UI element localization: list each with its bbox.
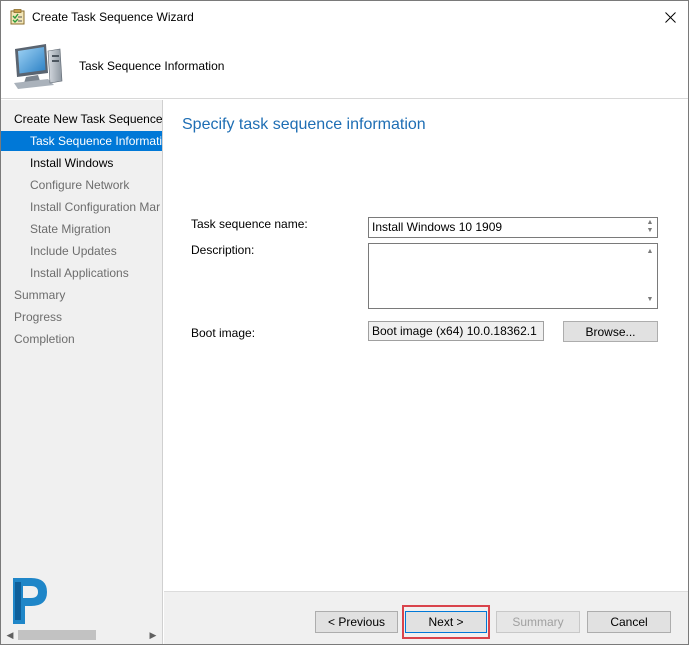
scroll-thumb[interactable] xyxy=(18,630,96,640)
nav-item-install-configuration-manager: Install Configuration Mar xyxy=(30,200,161,214)
boot-image-field: Boot image (x64) 10.0.18362.1 xyxy=(368,321,544,341)
summary-button: Summary xyxy=(496,611,580,633)
title-bar: Create Task Sequence Wizard xyxy=(1,1,688,33)
cancel-button[interactable]: Cancel xyxy=(587,611,671,633)
nav-item-configure-network: Configure Network xyxy=(30,178,130,192)
page-heading: Task Sequence Information xyxy=(79,59,225,73)
nav-horizontal-scrollbar[interactable]: ◀ ▶ xyxy=(1,626,162,644)
boot-image-value: Boot image (x64) 10.0.18362.1 xyxy=(372,324,537,338)
close-button[interactable] xyxy=(657,5,683,29)
window-title: Create Task Sequence Wizard xyxy=(32,10,194,24)
nav-item-include-updates: Include Updates xyxy=(30,244,117,258)
close-icon xyxy=(664,11,676,23)
main-content: Specify task sequence information Task s… xyxy=(164,100,688,591)
scroll-left-icon[interactable]: ◀ xyxy=(3,628,17,642)
task-sequence-name-input[interactable]: Install Windows 10 1909 ▲ ▼ xyxy=(368,217,658,238)
wizard-footer: < Previous Next > Summary Cancel xyxy=(164,591,688,644)
wizard-window: Create Task Sequence Wizard Task Sequenc… xyxy=(0,0,689,645)
next-button[interactable]: Next > xyxy=(405,611,487,633)
spin-down-icon: ▼ xyxy=(646,227,654,234)
task-sequence-name-value: Install Windows 10 1909 xyxy=(372,220,503,234)
wizard-steps-panel: Create New Task Sequence Task Sequence I… xyxy=(1,100,163,644)
nav-item-install-applications: Install Applications xyxy=(30,266,129,280)
section-heading: Specify task sequence information xyxy=(182,116,426,133)
textarea-scroll-down-icon[interactable]: ▼ xyxy=(644,296,656,304)
description-label: Description: xyxy=(191,243,255,257)
spin-up-icon: ▲ xyxy=(646,219,654,226)
scroll-right-icon[interactable]: ▶ xyxy=(146,628,160,642)
brand-logo-icon xyxy=(13,578,47,624)
description-textarea[interactable]: ▲ ▼ xyxy=(368,243,658,309)
nav-item-summary: Summary xyxy=(14,288,66,302)
nav-item-install-windows: Install Windows xyxy=(30,156,114,170)
wizard-header: Task Sequence Information xyxy=(1,33,688,99)
nav-item-task-sequence-information: Task Sequence Informatio xyxy=(1,131,162,151)
browse-button[interactable]: Browse... xyxy=(563,321,658,342)
textarea-scroll-up-icon[interactable]: ▲ xyxy=(644,248,656,256)
nav-item-progress: Progress xyxy=(14,310,63,324)
computer-icon xyxy=(14,44,63,89)
previous-button[interactable]: < Previous xyxy=(315,611,398,633)
clipboard-icon xyxy=(10,9,25,25)
nav-item-state-migration: State Migration xyxy=(30,222,111,236)
task-sequence-name-label: Task sequence name: xyxy=(191,217,308,231)
nav-item-create-new-task-sequence: Create New Task Sequence xyxy=(14,112,163,126)
nav-item-completion: Completion xyxy=(14,332,75,346)
boot-image-label: Boot image: xyxy=(191,326,256,340)
